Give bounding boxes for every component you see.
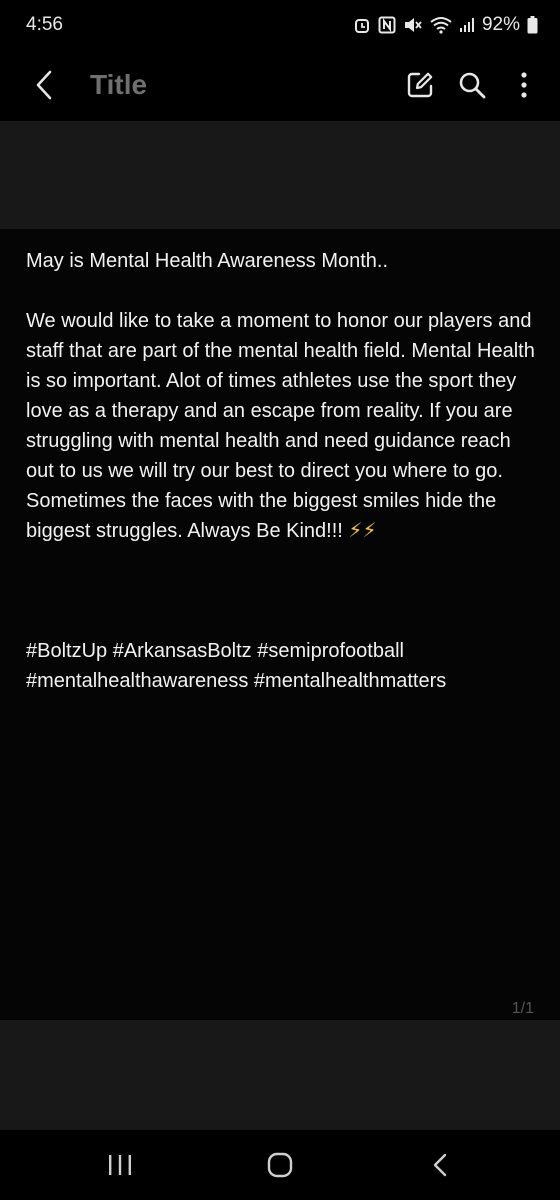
page-indicator: 1/1	[511, 1000, 534, 1017]
back-button[interactable]	[28, 63, 60, 107]
search-icon	[459, 72, 486, 99]
signal-icon	[459, 17, 475, 33]
app-bar: Title	[0, 50, 560, 120]
system-nav-bar	[0, 1130, 560, 1200]
note-paragraph-text: We would like to take a moment to honor …	[26, 310, 535, 542]
home-button[interactable]	[250, 1140, 310, 1190]
status-time: 4:56	[26, 14, 63, 35]
status-bar: 4:56 92%	[0, 0, 560, 50]
edit-button[interactable]	[398, 63, 442, 107]
bottom-toolbar-area	[0, 1020, 560, 1130]
battery-percent: 92%	[481, 14, 520, 35]
title-field[interactable]: Title	[90, 69, 390, 101]
recent-apps-button[interactable]	[90, 1140, 150, 1190]
note-heading-line: May is Mental Health Awareness Month..	[26, 250, 389, 272]
edit-icon	[407, 72, 433, 98]
note-header-area	[0, 121, 560, 229]
wifi-icon	[430, 16, 452, 34]
hashtags-line-2: #mentalhealthawareness #mentalhealthmatt…	[26, 670, 447, 692]
note-content[interactable]: May is Mental Health Awareness Month.. W…	[26, 246, 536, 696]
lightning-emoji: ⚡⚡	[348, 520, 377, 542]
back-nav-icon	[433, 1153, 447, 1177]
nav-back-button[interactable]	[410, 1140, 470, 1190]
mute-icon	[403, 16, 423, 34]
note-paragraph: We would like to take a moment to honor …	[26, 306, 536, 546]
nfc-icon	[378, 16, 396, 34]
more-icon	[521, 72, 527, 98]
home-icon	[267, 1152, 293, 1178]
search-button[interactable]	[450, 63, 494, 107]
status-icons: 92%	[353, 14, 538, 36]
recent-apps-icon	[109, 1155, 131, 1175]
alarm-icon	[353, 16, 371, 34]
more-options-button[interactable]	[502, 63, 546, 107]
hashtags-line-1: #BoltzUp #ArkansasBoltz #semiprofootball	[26, 640, 404, 662]
battery-icon	[527, 16, 538, 34]
back-icon	[36, 70, 52, 100]
